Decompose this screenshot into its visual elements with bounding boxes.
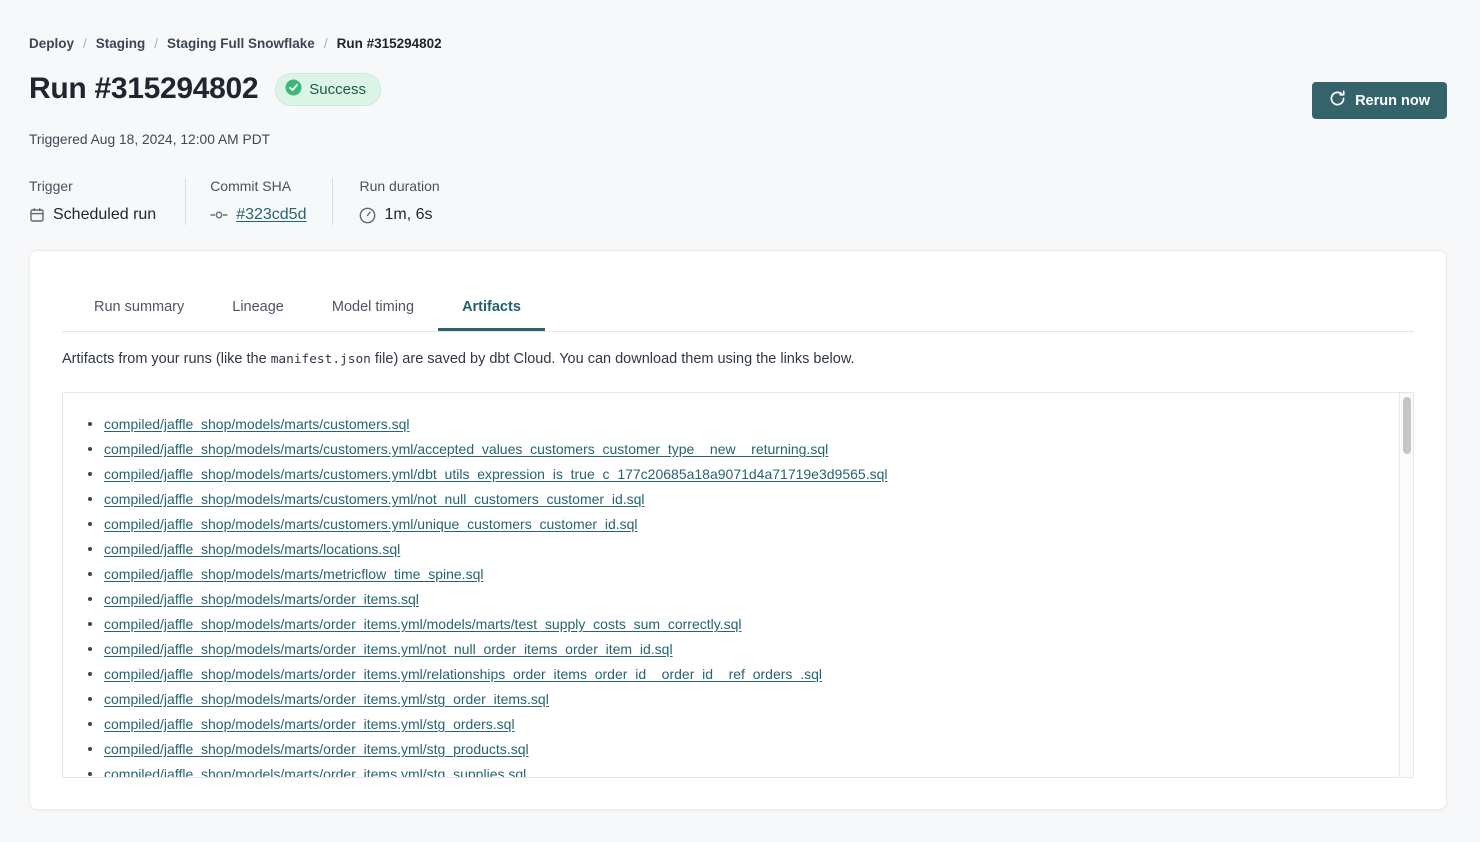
artifact-file-link[interactable]: compiled/jaffle_shop/models/marts/metric… [104,566,483,582]
artifact-list-item: compiled/jaffle_shop/models/marts/order_… [63,712,1413,737]
scrollbar-track[interactable] [1399,393,1413,777]
artifact-list-item: compiled/jaffle_shop/models/marts/custom… [63,437,1413,462]
status-label: Success [309,81,366,98]
artifact-file-link[interactable]: compiled/jaffle_shop/models/marts/order_… [104,591,419,607]
artifact-list-item: compiled/jaffle_shop/models/marts/custom… [63,412,1413,437]
artifact-file-link[interactable]: compiled/jaffle_shop/models/marts/order_… [104,616,742,632]
artifacts-description-text: file) are saved by dbt Cloud. You can do… [371,351,855,367]
commit-sha-label: Commit SHA [210,178,306,194]
artifacts-file-list: compiled/jaffle_shop/models/marts/custom… [63,393,1413,778]
artifact-list-item: compiled/jaffle_shop/models/marts/order_… [63,762,1413,778]
scrollbar-thumb[interactable] [1403,397,1411,454]
run-duration-value: 1m, 6s [384,206,432,224]
commit-sha-link[interactable]: #323cd5d [236,206,306,224]
run-detail-card: Run summary Lineage Model timing Artifac… [29,250,1447,810]
manifest-json-code: manifest.json [271,352,371,367]
artifact-file-link[interactable]: compiled/jaffle_shop/models/marts/order_… [104,666,822,682]
trigger-label: Trigger [29,178,156,194]
rerun-now-button[interactable]: Rerun now [1312,82,1447,119]
meta-trigger: Trigger Scheduled run [29,178,185,225]
artifact-file-link[interactable]: compiled/jaffle_shop/models/marts/custom… [104,416,410,432]
run-tabs: Run summary Lineage Model timing Artifac… [62,299,1414,332]
artifacts-file-panel: compiled/jaffle_shop/models/marts/custom… [62,392,1414,778]
artifact-list-item: compiled/jaffle_shop/models/marts/custom… [63,462,1413,487]
artifact-list-item: compiled/jaffle_shop/models/marts/custom… [63,487,1413,512]
artifact-list-item: compiled/jaffle_shop/models/marts/order_… [63,687,1413,712]
artifacts-description: Artifacts from your runs (like the manif… [62,349,1414,370]
artifact-list-item: compiled/jaffle_shop/models/marts/order_… [63,637,1413,662]
artifact-file-link[interactable]: compiled/jaffle_shop/models/marts/order_… [104,691,549,707]
artifact-list-item: compiled/jaffle_shop/models/marts/order_… [63,737,1413,762]
triggered-timestamp: Triggered Aug 18, 2024, 12:00 AM PDT [29,132,1447,147]
artifact-file-link[interactable]: compiled/jaffle_shop/models/marts/order_… [104,641,673,657]
artifact-file-link[interactable]: compiled/jaffle_shop/models/marts/custom… [104,441,828,457]
artifact-file-link[interactable]: compiled/jaffle_shop/models/marts/order_… [104,766,526,778]
breadcrumb-job[interactable]: Staging Full Snowflake [167,36,315,51]
tab-model-timing[interactable]: Model timing [308,299,438,331]
tab-run-summary[interactable]: Run summary [70,299,208,331]
artifact-list-item: compiled/jaffle_shop/models/marts/custom… [63,512,1413,537]
breadcrumb: Deploy / Staging / Staging Full Snowflak… [29,36,1447,51]
artifact-file-link[interactable]: compiled/jaffle_shop/models/marts/custom… [104,491,645,507]
page-title: Run #315294802 [29,72,258,106]
breadcrumb-separator: / [324,36,328,51]
refresh-icon [1329,90,1346,111]
artifact-list-item: compiled/jaffle_shop/models/marts/metric… [63,562,1413,587]
check-circle-icon [285,79,302,100]
git-commit-icon [210,208,228,222]
run-duration-label: Run duration [359,178,439,194]
artifact-file-link[interactable]: compiled/jaffle_shop/models/marts/custom… [104,516,638,532]
breadcrumb-separator: / [83,36,87,51]
breadcrumb-staging[interactable]: Staging [96,36,146,51]
status-badge: Success [275,73,381,106]
artifact-list-item: compiled/jaffle_shop/models/marts/order_… [63,662,1413,687]
artifact-list-item: compiled/jaffle_shop/models/marts/order_… [63,587,1413,612]
meta-commit: Commit SHA #323cd5d [185,178,332,225]
calendar-icon [29,207,45,223]
artifact-file-link[interactable]: compiled/jaffle_shop/models/marts/order_… [104,716,515,732]
artifact-list-item: compiled/jaffle_shop/models/marts/order_… [63,612,1413,637]
breadcrumb-deploy[interactable]: Deploy [29,36,74,51]
trigger-value: Scheduled run [53,206,156,224]
meta-duration: Run duration 1m, 6s [332,178,439,225]
artifact-list-item: compiled/jaffle_shop/models/marts/locati… [63,537,1413,562]
clock-icon [359,207,376,224]
rerun-now-label: Rerun now [1355,93,1430,109]
run-meta-row: Trigger Scheduled run Commit SHA [29,178,1447,225]
tab-artifacts[interactable]: Artifacts [438,299,545,331]
artifacts-description-text: Artifacts from your runs (like the [62,351,271,367]
artifact-file-link[interactable]: compiled/jaffle_shop/models/marts/order_… [104,741,529,757]
breadcrumb-current-run: Run #315294802 [337,36,442,51]
artifact-file-link[interactable]: compiled/jaffle_shop/models/marts/locati… [104,541,400,557]
tab-lineage[interactable]: Lineage [208,299,308,331]
breadcrumb-separator: / [154,36,158,51]
run-detail-page: Deploy / Staging / Staging Full Snowflak… [0,0,1480,810]
artifact-file-link[interactable]: compiled/jaffle_shop/models/marts/custom… [104,466,887,482]
page-header: Run #315294802 Success Rerun now [29,72,1447,119]
